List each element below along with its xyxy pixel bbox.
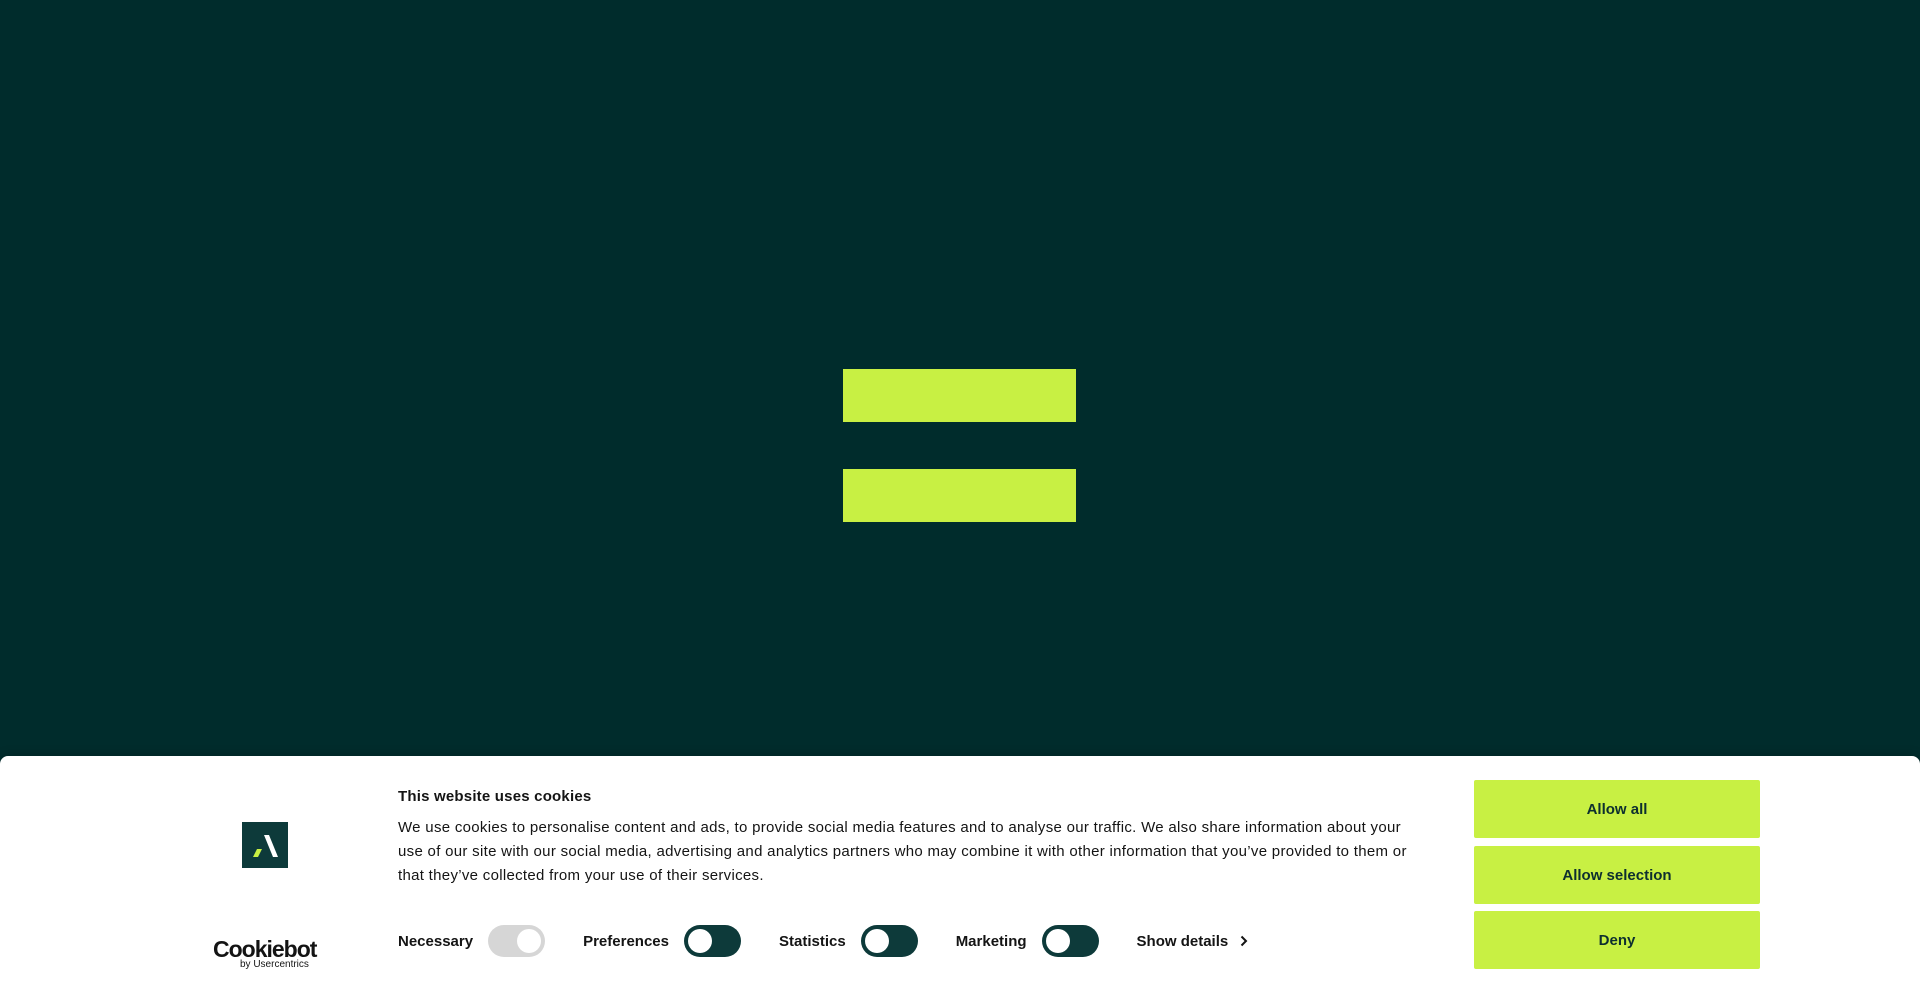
consent-statistics: Statistics — [779, 925, 918, 957]
consent-marketing: Marketing — [956, 925, 1099, 957]
cookie-banner-description: We use cookies to personalise content an… — [398, 819, 1407, 884]
cookie-consent-banner: Cookiebot by Usercentrics This website u… — [0, 756, 1920, 993]
toggle-knob — [864, 929, 889, 953]
allow-all-button[interactable]: Allow all — [1474, 780, 1760, 838]
cookie-banner-title: This website uses cookies — [398, 788, 592, 805]
show-details-link[interactable]: Show details — [1137, 933, 1249, 950]
loading-logo-bar-top — [843, 369, 1076, 422]
consent-preferences-label: Preferences — [583, 932, 669, 950]
consent-necessary-label: Necessary — [398, 932, 474, 950]
consent-preferences: Preferences — [583, 925, 741, 957]
consent-marketing-label: Marketing — [955, 932, 1027, 950]
cookiebot-logo[interactable]: Cookiebot by Usercentrics — [213, 938, 318, 971]
cookiebot-logo-name: Cookiebot — [213, 936, 317, 962]
consent-statistics-toggle[interactable] — [860, 925, 918, 957]
loading-logo — [843, 369, 1076, 522]
consent-preferences-toggle[interactable] — [683, 925, 741, 957]
toggle-knob — [1045, 929, 1070, 953]
show-details-label: Show details — [1136, 932, 1229, 950]
loading-logo-bar-bottom — [843, 469, 1076, 522]
page: Cookiebot by Usercentrics This website u… — [0, 0, 1920, 993]
consent-marketing-toggle[interactable] — [1041, 925, 1099, 957]
consent-statistics-label: Statistics — [778, 932, 846, 950]
consent-categories: Necessary Preferences Statistics Marketi… — [398, 924, 1248, 958]
consent-necessary: Necessary — [398, 925, 546, 957]
deny-button[interactable]: Deny — [1474, 911, 1760, 969]
toggle-knob — [687, 929, 712, 953]
allow-selection-button[interactable]: Allow selection — [1474, 846, 1760, 904]
consent-necessary-toggle — [488, 925, 546, 957]
chevron-right-icon — [1241, 935, 1248, 947]
brand-logo-icon — [242, 822, 288, 868]
toggle-knob — [517, 929, 542, 953]
